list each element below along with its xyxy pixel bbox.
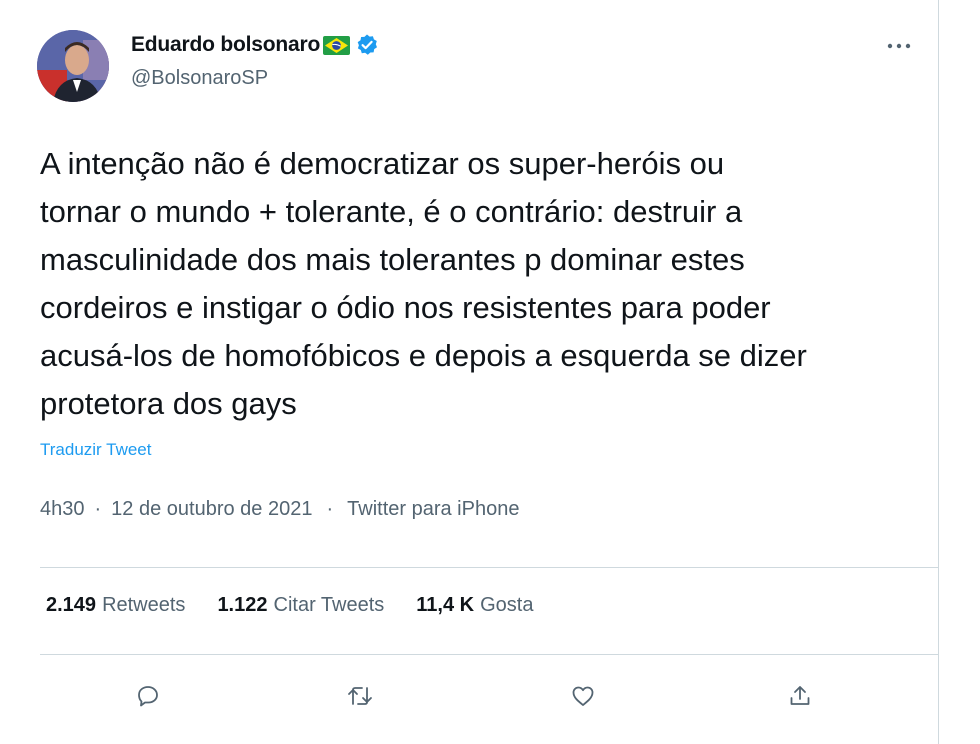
quote-tweets-count: 1.122 [217,594,268,616]
likes-count: 11,4 K [416,594,475,616]
author-handle[interactable]: @BolsonaroSP [131,67,268,90]
like-icon[interactable] [563,676,603,716]
verified-badge-icon [355,33,379,57]
meta-separator: · [94,498,102,520]
quote-tweets-label: Citar Tweets [273,594,385,616]
reply-icon[interactable] [128,676,168,716]
likes-label: Gosta [480,594,534,616]
author-name[interactable]: Eduardo bolsonaro [131,33,320,57]
brazil-flag-icon [323,35,351,55]
tweet-stats: 2.149 Retweets 1.122 Citar Tweets 11,4 K… [46,594,565,617]
quote-tweets-stat[interactable]: 1.122 Citar Tweets [217,594,384,617]
likes-stat[interactable]: 11,4 K Gosta [416,594,533,617]
divider [40,567,938,568]
retweets-stat[interactable]: 2.149 Retweets [46,594,185,617]
tweet-card: Eduardo bolsonaro @BolsonaroSP A intençã… [0,0,939,744]
retweets-label: Retweets [102,594,186,616]
avatar[interactable] [37,30,109,102]
tweet-time[interactable]: 4h30 [40,498,85,521]
tweet-date[interactable]: 12 de outubro de 2021 [111,498,312,521]
tweet-meta: 4h30 · 12 de outubro de 2021 · Twitter p… [40,498,519,521]
author-name-row[interactable]: Eduardo bolsonaro [131,30,379,60]
tweet-text: A intenção não é democratizar os super-h… [40,146,807,421]
share-icon[interactable] [780,676,820,716]
divider [40,654,938,655]
retweets-count: 2.149 [46,594,97,616]
tweet-actions [0,676,938,716]
tweet-source[interactable]: Twitter para iPhone [347,498,519,521]
meta-separator: · [326,498,334,520]
retweet-icon[interactable] [340,676,380,716]
translate-tweet-link[interactable]: Traduzir Tweet [40,440,152,460]
more-options-icon[interactable] [884,36,914,56]
